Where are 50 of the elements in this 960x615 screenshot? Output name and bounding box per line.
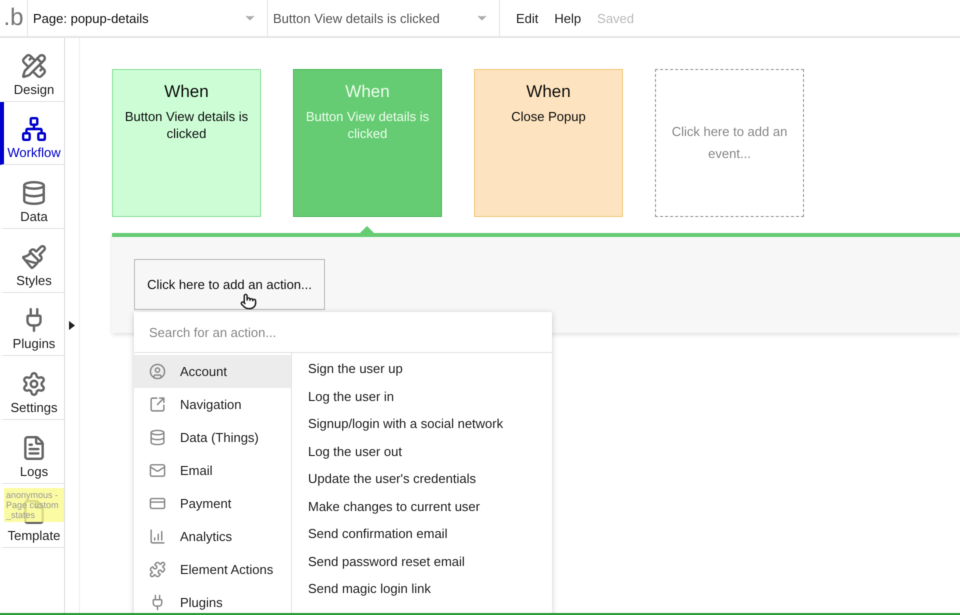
credit-card-icon bbox=[149, 495, 166, 512]
card-title: When bbox=[526, 82, 571, 102]
card-text: Close Popup bbox=[511, 108, 586, 125]
mail-icon bbox=[149, 462, 166, 479]
sidebar-tab[interactable]: Styles bbox=[0, 229, 64, 293]
card-text: Button View details is clicked bbox=[304, 108, 430, 142]
sidebar-tab[interactable]: Data bbox=[0, 165, 64, 230]
action-item[interactable]: Log the user out bbox=[308, 438, 552, 465]
database-icon bbox=[21, 180, 47, 206]
search-field[interactable]: Search for an action... bbox=[134, 312, 552, 353]
sidebar-tab[interactable]: Workflow bbox=[0, 102, 64, 166]
action-item[interactable]: Update the user's credentials bbox=[308, 465, 552, 492]
event-card[interactable]: When Button View details is clicked bbox=[112, 69, 261, 217]
menu-item[interactable]: Help bbox=[546, 10, 590, 26]
action-item[interactable]: Log the user in bbox=[308, 382, 552, 410]
event-select[interactable]: Button View details is clicked bbox=[268, 0, 500, 36]
database-icon bbox=[149, 429, 166, 446]
settings-icon bbox=[21, 371, 47, 398]
action-item[interactable]: Make changes to current user bbox=[308, 492, 552, 520]
add-event-card[interactable]: Click here to add an event... bbox=[655, 69, 804, 217]
puzzle-icon bbox=[149, 561, 166, 578]
category-item[interactable]: Account bbox=[134, 355, 291, 388]
sidebar-tab[interactable]: Settings bbox=[0, 356, 64, 420]
sidebar-tab[interactable]: Plugins bbox=[0, 292, 64, 356]
card-title: When bbox=[345, 82, 390, 102]
expand-arrow-icon[interactable] bbox=[69, 321, 75, 330]
menu-item[interactable]: Edit bbox=[508, 10, 546, 26]
note-tooltip: anonymous - Page custom_states bbox=[4, 488, 64, 522]
action-item[interactable]: Send password reset email bbox=[308, 548, 552, 575]
user-circle-icon bbox=[149, 363, 166, 380]
event-card[interactable]: When Close Popup bbox=[474, 69, 623, 217]
menu-item: Saved bbox=[596, 10, 636, 26]
action-item[interactable]: Send magic login link bbox=[308, 575, 552, 602]
action-item[interactable]: Send confirmation email bbox=[308, 520, 552, 548]
hand-pointer-icon bbox=[240, 293, 257, 310]
card-text: Button View details is clicked bbox=[124, 108, 250, 142]
logo[interactable]: .b bbox=[0, 0, 28, 36]
page-select[interactable]: Page: popup-details bbox=[28, 0, 268, 36]
bar-chart-icon bbox=[149, 528, 166, 545]
sitemap-icon bbox=[21, 116, 47, 142]
card-title: When bbox=[164, 82, 209, 102]
paintbrush-icon bbox=[21, 244, 47, 270]
document-icon bbox=[21, 434, 47, 461]
sidebar-tab[interactable]: Design bbox=[0, 38, 64, 102]
sidebar-tab[interactable]: Logs bbox=[0, 420, 64, 484]
action-item[interactable]: Signup/login with a social network bbox=[308, 410, 552, 438]
pencil-ruler-icon bbox=[21, 52, 47, 79]
add-action-button[interactable]: Click here to add an action... bbox=[134, 259, 325, 310]
share-icon bbox=[149, 396, 166, 413]
action-item[interactable]: Sign the user up bbox=[308, 355, 552, 382]
